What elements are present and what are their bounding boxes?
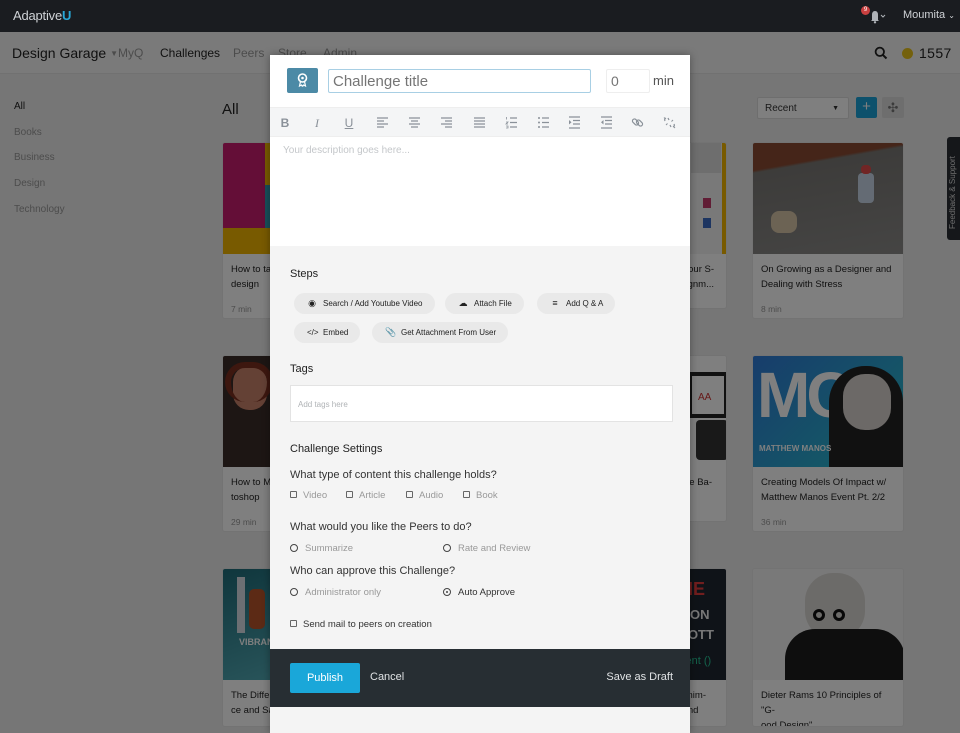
underline-icon[interactable]: U: [341, 115, 357, 131]
content-type-question: What type of content this challenge hold…: [290, 469, 497, 481]
brand-accent: U: [62, 8, 72, 23]
content-audio-checkbox[interactable]: Audio: [406, 490, 443, 501]
list-icon: ≡: [552, 298, 558, 308]
rate-and-review-radio[interactable]: Rate and Review: [443, 543, 530, 554]
align-right-icon[interactable]: [438, 115, 454, 131]
get-attachment-button[interactable]: 📎 Get Attachment From User: [372, 322, 509, 343]
bullet-list-icon[interactable]: [535, 115, 551, 131]
chevron-down-icon: ⌄: [948, 11, 955, 20]
add-qa-button[interactable]: ≡ Add Q & A: [537, 293, 616, 314]
tags-placeholder: Add tags here: [298, 400, 348, 409]
award-icon: [297, 73, 308, 88]
duration-minutes-input[interactable]: [606, 69, 650, 93]
checkbox-icon: [406, 491, 413, 498]
user-menu[interactable]: Moumita ⌄: [903, 9, 955, 21]
administrator-only-radio[interactable]: Administrator only: [290, 587, 381, 598]
top-bar: AdaptiveU 9 Moumita ⌄: [0, 0, 960, 32]
modal-header: min: [270, 55, 690, 107]
paperclip-icon: 📎: [385, 327, 397, 337]
modal-footer: Publish Cancel Save as Draft: [270, 649, 690, 707]
bold-icon[interactable]: B: [277, 115, 293, 131]
tags-heading: Tags: [290, 363, 314, 375]
ordered-list-icon[interactable]: [503, 115, 519, 131]
content-video-checkbox[interactable]: Video: [290, 490, 327, 501]
outdent-icon[interactable]: [598, 115, 614, 131]
save-draft-button[interactable]: Save as Draft: [606, 671, 673, 683]
unlink-icon[interactable]: [661, 115, 677, 131]
checkbox-icon: [463, 491, 470, 498]
description-editor[interactable]: Your description goes here...: [270, 137, 690, 246]
radio-icon: [290, 588, 298, 596]
create-challenge-modal: min B I U Your description goes here... …: [270, 55, 690, 733]
indent-icon[interactable]: [566, 115, 582, 131]
peers-action-question: What would you like the Peers to do?: [290, 521, 472, 533]
radio-icon: [443, 544, 451, 552]
approver-question: Who can approve this Challenge?: [290, 565, 456, 577]
play-circle-icon: ◉: [308, 298, 316, 308]
attach-file-button[interactable]: ☁ Attach File: [445, 293, 524, 314]
justify-icon[interactable]: [471, 115, 487, 131]
align-center-icon[interactable]: [406, 115, 422, 131]
app-logo[interactable]: AdaptiveU: [13, 8, 71, 23]
challenge-settings-heading: Challenge Settings: [290, 443, 383, 455]
send-mail-checkbox[interactable]: Send mail to peers on creation: [290, 619, 432, 630]
steps-heading: Steps: [290, 268, 319, 280]
embed-button[interactable]: </> Embed: [294, 322, 361, 343]
content-article-checkbox[interactable]: Article: [346, 490, 385, 501]
description-placeholder: Your description goes here...: [283, 145, 410, 156]
tags-input[interactable]: Add tags here: [290, 385, 673, 422]
checkbox-icon: [346, 491, 353, 498]
challenge-title-input[interactable]: [328, 69, 591, 93]
minutes-label: min: [653, 73, 674, 88]
add-youtube-video-button[interactable]: ◉ Search / Add Youtube Video: [294, 293, 435, 314]
code-icon: </>: [307, 328, 319, 337]
checkbox-icon: [290, 620, 297, 627]
summarize-radio[interactable]: Summarize: [290, 543, 353, 554]
radio-selected-icon: [443, 588, 451, 596]
link-icon[interactable]: [629, 115, 645, 131]
cloud-upload-icon: ☁: [458, 298, 468, 308]
content-book-checkbox[interactable]: Book: [463, 490, 498, 501]
cancel-button[interactable]: Cancel: [370, 671, 404, 683]
italic-icon[interactable]: I: [309, 115, 325, 131]
radio-icon: [290, 544, 298, 552]
checkbox-icon: [290, 491, 297, 498]
challenge-icon-button[interactable]: [287, 68, 318, 93]
notification-badge: 9: [861, 6, 870, 15]
editor-toolbar: B I U: [270, 107, 690, 137]
publish-button[interactable]: Publish: [290, 663, 360, 693]
brand-text: Adaptive: [13, 8, 62, 23]
auto-approve-radio[interactable]: Auto Approve: [443, 587, 515, 598]
user-name: Moumita: [903, 9, 946, 21]
align-left-icon[interactable]: [374, 115, 390, 131]
